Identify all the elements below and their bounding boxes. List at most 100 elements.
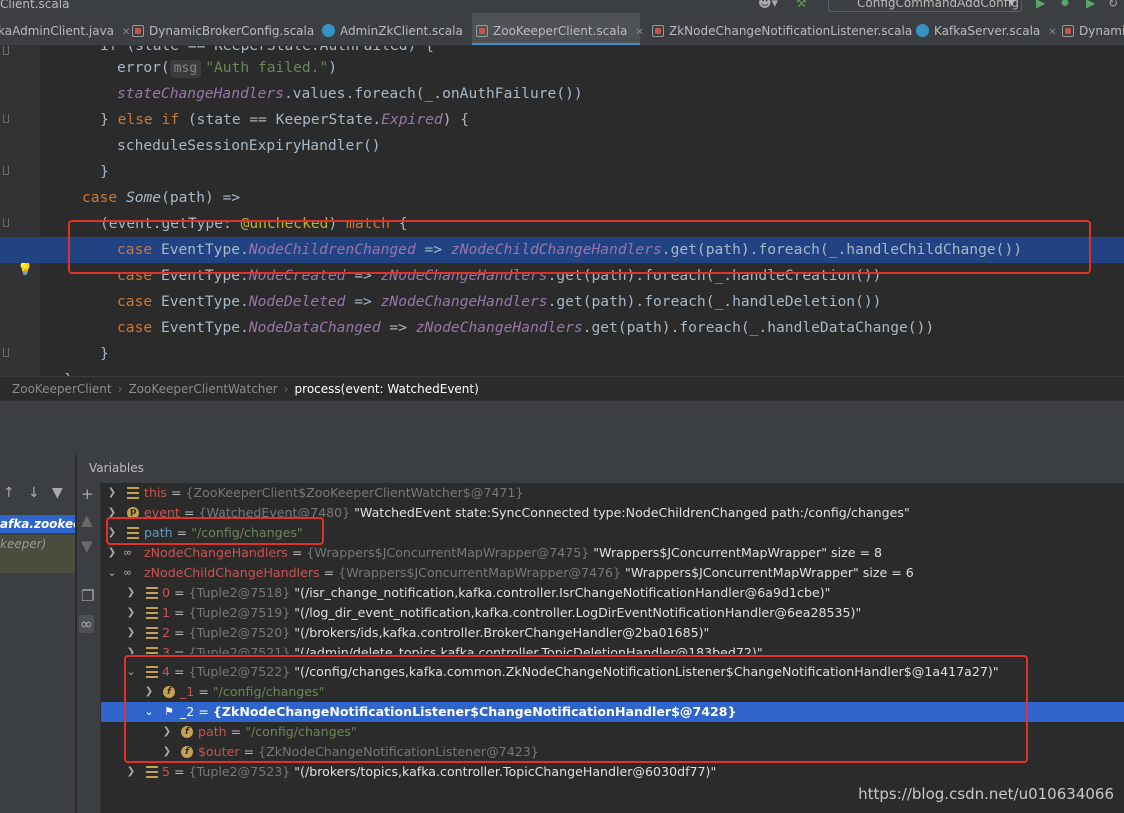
chevron-right-icon: › bbox=[283, 382, 289, 396]
var-name: 2 bbox=[162, 625, 171, 640]
window-file-label: Client.scala bbox=[0, 0, 70, 11]
field-reference: zNodeChangeHandlers bbox=[380, 293, 548, 310]
tree-row-znode-change-handlers[interactable]: ❯ ∞ zNodeChangeHandlers = {Wrappers$JCon… bbox=[101, 543, 1124, 563]
var-name: zNodeChildChangeHandlers bbox=[144, 565, 320, 580]
field-reference: stateChangeHandlers bbox=[117, 85, 284, 102]
var-value: "(/log_dir_event_notification,kafka.cont… bbox=[290, 605, 862, 620]
tab-dynamic-broker-config[interactable]: DynamicBrokerConfig.scala✕ bbox=[128, 13, 331, 45]
arrow-up-icon[interactable]: ↑ bbox=[3, 485, 15, 501]
chevron-right-icon[interactable]: ❯ bbox=[125, 583, 137, 603]
scala-file-icon bbox=[652, 25, 664, 37]
chevron-right-icon[interactable]: ❯ bbox=[125, 762, 137, 782]
field-reference: Expired bbox=[381, 111, 443, 128]
watch-icon: ∞ bbox=[123, 566, 133, 579]
field-icon bbox=[146, 647, 158, 654]
run-configuration-select[interactable]: ConfigCommandAddConfig ▼ bbox=[828, 0, 1022, 12]
var-name: 0 bbox=[162, 585, 171, 600]
code-editor[interactable]: 💡 if (state == KeeperState.AuthFailed) {… bbox=[0, 46, 1124, 376]
code-text: } bbox=[64, 367, 73, 376]
var-type: {Tuple2@7521} bbox=[188, 645, 291, 654]
frame-item-selected[interactable]: afka.zookeep bbox=[0, 515, 75, 533]
tab-label: AdminZkClient.scala bbox=[340, 24, 463, 38]
code-text: error( bbox=[117, 59, 170, 76]
tree-row-this[interactable]: ❯ this = {ZooKeeperClient$ZooKeeperClien… bbox=[101, 483, 1124, 503]
breadcrumb-item[interactable]: process(event: WatchedEvent) bbox=[295, 382, 479, 396]
string-literal: "Auth failed." bbox=[205, 59, 329, 76]
tab-zk-node-change-notification-listener[interactable]: ZkNodeChangeNotificationListener.scala✕ bbox=[648, 13, 929, 45]
var-type: {Tuple2@7520} bbox=[188, 625, 291, 640]
code-line: error(msg "Auth failed.") bbox=[117, 59, 338, 78]
tree-row-entry-2[interactable]: ❯ 2 = {Tuple2@7520} "(/brokers/ids,kafka… bbox=[101, 623, 1124, 643]
chevron-right-icon[interactable]: ❯ bbox=[125, 643, 137, 654]
watches-toggle-icon[interactable]: ∞ bbox=[79, 615, 94, 633]
tab-zookeeper-client[interactable]: ZooKeeperClient.scala ✕ bbox=[472, 13, 644, 45]
run-icon[interactable]: ▶ bbox=[1036, 0, 1045, 10]
breadcrumb-item[interactable]: ZooKeeperClientWatcher bbox=[128, 382, 277, 396]
var-type: {ZooKeeperClient$ZooKeeperClientWatcher$… bbox=[185, 485, 524, 500]
code-line: case EventType.NodeDeleted => zNodeChang… bbox=[117, 293, 882, 310]
arrow-down-icon[interactable]: ↓ bbox=[28, 485, 40, 501]
scala-file-icon bbox=[1062, 25, 1074, 37]
tab-label: KafkaServer.scala bbox=[934, 24, 1041, 38]
tab-kafka-admin-client[interactable]: kaAdminClient.java ✕ bbox=[0, 13, 130, 45]
tree-row-entry-5[interactable]: ❯ 5 = {Tuple2@7523} "(/brokers/topics,ka… bbox=[101, 762, 1124, 782]
add-watch-icon[interactable]: + bbox=[81, 485, 94, 503]
chevron-right-icon[interactable]: ❯ bbox=[106, 543, 118, 563]
var-value: "Wrappers$JConcurrentMapWrapper" size = … bbox=[621, 565, 914, 580]
tree-row-entry-1[interactable]: ❯ 1 = {Tuple2@7519} "(/log_dir_event_not… bbox=[101, 603, 1124, 623]
tab-label: ZkNodeChangeNotificationListener.scala bbox=[669, 24, 913, 38]
field-icon bbox=[146, 627, 158, 639]
filter-icon[interactable]: ▼ bbox=[52, 485, 63, 501]
run-configuration-label: ConfigCommandAddConfig bbox=[857, 0, 1019, 10]
code-text: } bbox=[100, 163, 109, 180]
user-icon[interactable]: ☻▾ bbox=[758, 0, 778, 11]
chevron-right-icon[interactable]: ❯ bbox=[125, 603, 137, 623]
debug-toolbar-area bbox=[0, 400, 1124, 455]
move-down-icon[interactable]: ▼ bbox=[81, 537, 93, 555]
scala-file-icon bbox=[476, 25, 488, 37]
type-reference: Some bbox=[125, 189, 162, 206]
var-value: "Wrappers$JConcurrentMapWrapper" size = … bbox=[589, 545, 883, 560]
coverage-icon[interactable]: ▶ bbox=[1086, 0, 1095, 10]
keyword: case bbox=[82, 189, 118, 206]
watermark-text: https://blog.csdn.net/u010634066 bbox=[858, 785, 1114, 803]
tab-label: DynamicBrokerConfig.scala bbox=[149, 24, 315, 38]
debug-icon[interactable]: ✸ bbox=[1060, 0, 1070, 10]
code-text: .values.foreach(_.onAuthFailure()) bbox=[283, 85, 583, 102]
code-text: scheduleSessionExpiryHandler() bbox=[117, 137, 381, 154]
profile-icon[interactable]: ↻ bbox=[1108, 0, 1118, 10]
tree-row-entry-3[interactable]: ❯ 3 = {Tuple2@7521} "(/admin/delete_topi… bbox=[101, 643, 1124, 654]
code-line: } bbox=[0, 367, 1124, 376]
scala-file-icon bbox=[132, 25, 144, 37]
chevron-right-icon[interactable]: ❯ bbox=[106, 483, 118, 503]
var-name: 1 bbox=[162, 605, 171, 620]
move-up-icon[interactable]: ▲ bbox=[81, 511, 93, 529]
var-type: {Tuple2@7523} bbox=[188, 764, 291, 779]
copy-icon[interactable]: ❐ bbox=[81, 587, 94, 605]
annotation-highlight-box bbox=[68, 220, 1091, 274]
var-type: {Wrappers$JConcurrentMapWrapper@7476} bbox=[338, 565, 622, 580]
tree-row-znode-child-change-handlers[interactable]: ⌄ ∞ zNodeChildChangeHandlers = {Wrappers… bbox=[101, 563, 1124, 583]
close-icon[interactable]: ✕ bbox=[635, 27, 643, 38]
breadcrumb-item[interactable]: ZooKeeperClient bbox=[12, 382, 112, 396]
chevron-right-icon[interactable]: ❯ bbox=[125, 623, 137, 643]
field-reference: zNodeChangeHandlers bbox=[415, 319, 583, 336]
code-text: } bbox=[100, 345, 109, 362]
chevron-down-icon[interactable]: ⌄ bbox=[106, 563, 118, 583]
var-value: "(/brokers/ids,kafka.controller.BrokerCh… bbox=[290, 625, 710, 640]
tab-label: kaAdminClient.java bbox=[0, 24, 115, 38]
build-hammer-icon[interactable]: ⚒ bbox=[796, 0, 807, 10]
var-name: 5 bbox=[162, 764, 171, 779]
tab-kafka-server[interactable]: KafkaServer.scala ✕ bbox=[912, 13, 1057, 45]
var-value: "(/brokers/topics,kafka.controller.Topic… bbox=[290, 764, 717, 779]
frame-item[interactable]: keeper) bbox=[0, 535, 75, 573]
code-line: } else if (state == KeeperState.Expired)… bbox=[100, 111, 470, 128]
close-icon[interactable]: ✕ bbox=[1048, 27, 1056, 38]
var-name: 3 bbox=[162, 645, 171, 654]
variables-toolbar: + ▲ ▼ ❐ ∞ bbox=[77, 483, 101, 813]
tab-admin-zk-client[interactable]: AdminZkClient.scala✕ bbox=[318, 13, 479, 45]
tab-label: ZooKeeperClient.scala bbox=[493, 24, 628, 38]
var-type: {Tuple2@7518} bbox=[188, 585, 291, 600]
tab-dynamic[interactable]: Dynamic bbox=[1058, 13, 1124, 45]
tree-row-entry-0[interactable]: ❯ 0 = {Tuple2@7518} "(/isr_change_notifi… bbox=[101, 583, 1124, 603]
